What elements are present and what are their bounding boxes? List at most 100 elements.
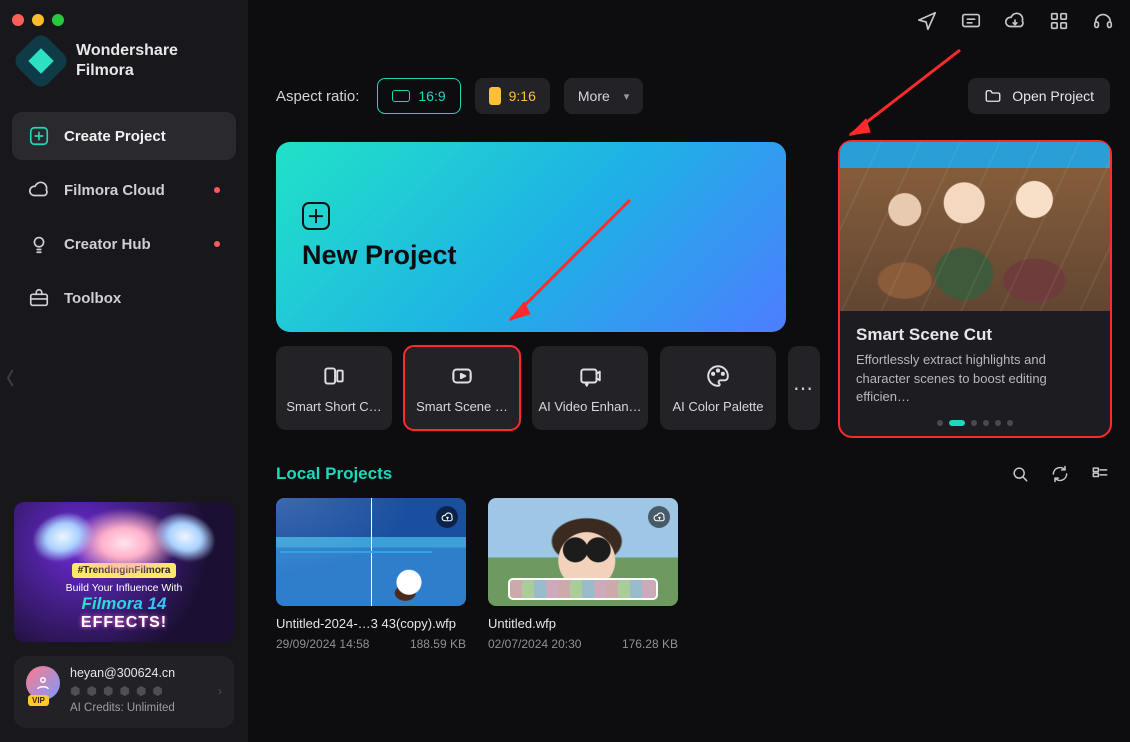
project-thumbnail: [488, 498, 678, 606]
user-card[interactable]: VIP heyan@300624.cn ⬢ ⬢ ⬢ ⬢ ⬢ ⬢ › AI Cre…: [14, 656, 234, 728]
project-date: 02/07/2024 20:30: [488, 637, 581, 651]
promo-banner[interactable]: #TrendinginFilmora Build Your Influence …: [14, 502, 234, 642]
brand-line1: Wondershare: [76, 41, 178, 61]
apps-grid-icon[interactable]: [1048, 10, 1070, 32]
hero-row: ＋ New Project Smart Short C… Smart Scene…: [276, 142, 1110, 436]
avatar: VIP: [26, 666, 60, 700]
smart-short-icon: [321, 363, 347, 389]
carousel-dots[interactable]: [840, 406, 1110, 436]
top-toolbar: [916, 10, 1114, 32]
sidebar-item-label: Filmora Cloud: [64, 182, 165, 199]
resource-icon: ⬢: [103, 684, 113, 698]
promo-line3: EFFECTS!: [81, 614, 167, 632]
window-traffic-lights: [0, 8, 248, 36]
project-size: 176.28 KB: [622, 637, 678, 651]
chevron-right-icon: ›: [218, 684, 222, 698]
sidebar: Wondershare Filmora Create Project Filmo…: [0, 0, 248, 742]
close-window-button[interactable]: [12, 14, 24, 26]
tool-smart-short-clips[interactable]: Smart Short C…: [276, 346, 392, 430]
bulb-icon: [28, 233, 50, 255]
feature-description: Effortlessly extract highlights and char…: [856, 351, 1094, 406]
view-grid-icon[interactable]: [1090, 464, 1110, 484]
tool-label: AI Video Enhan…: [538, 399, 642, 414]
sidebar-item-filmora-cloud[interactable]: Filmora Cloud: [12, 166, 236, 214]
sidebar-item-label: Toolbox: [64, 290, 121, 307]
portrait-icon: [489, 87, 501, 105]
brand-line2: Filmora: [76, 61, 178, 81]
palette-icon: [705, 363, 731, 389]
minimize-window-button[interactable]: [32, 14, 44, 26]
chevron-down-icon: ▾: [624, 90, 630, 103]
resource-icon: ⬢: [70, 684, 80, 698]
tool-more[interactable]: ⋯: [788, 346, 820, 430]
filmora-logo-icon: [11, 31, 70, 90]
sidebar-item-creator-hub[interactable]: Creator Hub: [12, 220, 236, 268]
sidebar-item-toolbox[interactable]: Toolbox: [12, 274, 236, 322]
dot[interactable]: [995, 420, 1001, 426]
aspect-ratio-label: Aspect ratio:: [276, 88, 359, 105]
resource-icon: ⬢: [152, 684, 162, 698]
sidebar-item-label: Creator Hub: [64, 236, 151, 253]
dot[interactable]: [937, 420, 943, 426]
dot[interactable]: [971, 420, 977, 426]
folder-icon: [984, 87, 1002, 105]
credits-label: AI Credits: Unlimited: [70, 702, 222, 714]
resource-icon: ⬢: [86, 684, 96, 698]
feature-card[interactable]: Smart Scene Cut Effortlessly extract hig…: [840, 142, 1110, 436]
message-icon[interactable]: [960, 10, 982, 32]
feature-title: Smart Scene Cut: [856, 325, 1094, 345]
plus-icon: ＋: [302, 202, 330, 230]
project-size: 188.59 KB: [410, 637, 466, 651]
open-project-label: Open Project: [1012, 88, 1094, 104]
cloud-upload-icon[interactable]: [436, 506, 458, 528]
resource-icon: ⬢: [136, 684, 146, 698]
main-area: Aspect ratio: 16:9 9:16 More ▾ Open Proj…: [276, 78, 1110, 651]
sidebar-item-label: Create Project: [64, 128, 166, 145]
notification-dot-icon: [214, 187, 220, 193]
open-project-button[interactable]: Open Project: [968, 78, 1110, 114]
send-icon[interactable]: [916, 10, 938, 32]
tool-ai-color-palette[interactable]: AI Color Palette: [660, 346, 776, 430]
chip-text: 9:16: [509, 88, 536, 104]
brand: Wondershare Filmora: [0, 36, 248, 106]
feature-image: [840, 142, 1110, 311]
local-projects-title: Local Projects: [276, 464, 392, 484]
smart-scene-icon: [449, 363, 475, 389]
new-project-panel[interactable]: ＋ New Project: [276, 142, 786, 332]
promo-line2: Filmora 14: [81, 594, 166, 614]
dot[interactable]: [1007, 420, 1013, 426]
plus-square-icon: [28, 125, 50, 147]
maximize-window-button[interactable]: [52, 14, 64, 26]
project-cards: Untitled-2024-…3 43(copy).wfp 29/09/2024…: [276, 498, 1110, 651]
cloud-download-icon[interactable]: [1004, 10, 1026, 32]
tool-label: AI Color Palette: [666, 399, 770, 414]
local-projects-header: Local Projects: [276, 464, 1110, 484]
dot[interactable]: [983, 420, 989, 426]
refresh-icon[interactable]: [1050, 464, 1070, 484]
landscape-icon: [392, 90, 410, 102]
sidebar-item-create-project[interactable]: Create Project: [12, 112, 236, 160]
resource-icons: ⬢ ⬢ ⬢ ⬢ ⬢ ⬢ ›: [70, 684, 222, 698]
tool-label: Smart Short C…: [282, 399, 386, 414]
feature-body: Smart Scene Cut Effortlessly extract hig…: [840, 311, 1110, 406]
search-icon[interactable]: [1010, 464, 1030, 484]
toolbox-icon: [28, 287, 50, 309]
aspect-ratio-16-9[interactable]: 16:9: [377, 78, 460, 114]
notification-dot-icon: [214, 241, 220, 247]
tool-smart-scene-cut[interactable]: Smart Scene …: [404, 346, 520, 430]
vip-badge: VIP: [28, 695, 49, 706]
aspect-ratio-9-16[interactable]: 9:16: [475, 78, 550, 114]
project-filename: Untitled.wfp: [488, 616, 678, 631]
support-headset-icon[interactable]: [1092, 10, 1114, 32]
cloud-upload-icon[interactable]: [648, 506, 670, 528]
project-filename: Untitled-2024-…3 43(copy).wfp: [276, 616, 466, 631]
project-card[interactable]: Untitled-2024-…3 43(copy).wfp 29/09/2024…: [276, 498, 466, 651]
dot-active[interactable]: [949, 420, 965, 426]
tool-ai-video-enhancer[interactable]: AI Video Enhan…: [532, 346, 648, 430]
tool-label: Smart Scene …: [410, 399, 514, 414]
project-card[interactable]: Untitled.wfp 02/07/2024 20:30 176.28 KB: [488, 498, 678, 651]
chip-text: 16:9: [418, 88, 445, 104]
tool-row: Smart Short C… Smart Scene … AI Video En…: [276, 346, 820, 430]
aspect-ratio-more[interactable]: More ▾: [564, 78, 643, 114]
collapse-sidebar-icon[interactable]: ‹: [6, 351, 15, 401]
